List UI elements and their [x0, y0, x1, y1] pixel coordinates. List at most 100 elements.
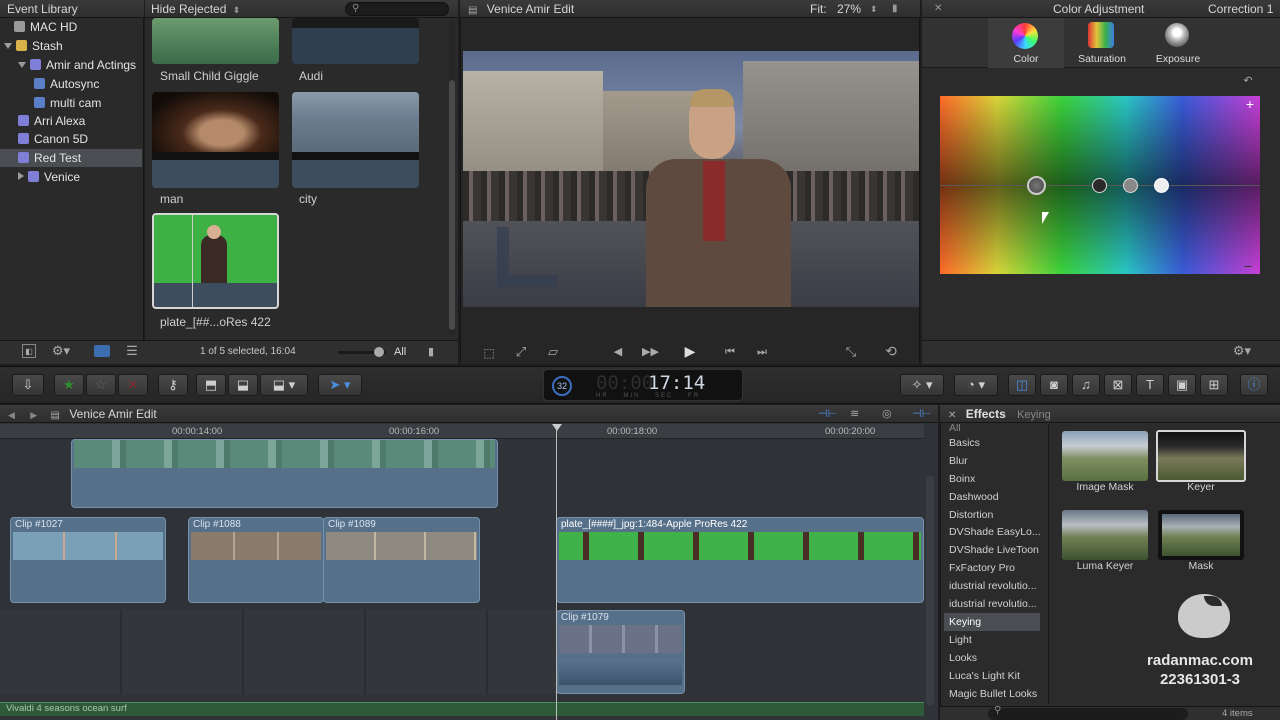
back-icon[interactable]: ◀: [8, 410, 15, 420]
playhead-handle[interactable]: [552, 424, 562, 431]
tab-saturation[interactable]: Saturation: [1064, 18, 1140, 68]
disclosure-closed-icon[interactable]: [18, 172, 24, 180]
next-frame-icon[interactable]: ▶▶: [642, 345, 659, 359]
go-to-start-icon[interactable]: ⏮: [722, 345, 738, 359]
loop-icon[interactable]: ⟲: [882, 344, 900, 358]
import-media-button[interactable]: ⇩: [12, 374, 44, 396]
reject-button[interactable]: ✕: [118, 374, 148, 396]
favorite-button[interactable]: ★: [54, 374, 84, 396]
clip-thumb-man[interactable]: [152, 92, 279, 188]
insert-clip-button[interactable]: ⬓: [228, 374, 258, 396]
clip-1079[interactable]: Clip #1079: [556, 610, 685, 694]
snapping-icon[interactable]: ⊣⊢: [912, 405, 931, 423]
connect-clip-button[interactable]: ⬒: [196, 374, 226, 396]
clip-plate[interactable]: plate_[####]_jpg:1:484-Apple ProRes 422: [556, 517, 924, 603]
effects-search-field[interactable]: ⚲: [988, 705, 1188, 720]
clip-1027[interactable]: Clip #1027: [10, 517, 166, 603]
effects-category-item[interactable]: Luca's Light Kit: [944, 667, 1040, 685]
transform-icon[interactable]: ⤢: [513, 345, 529, 359]
browser-scrollbar[interactable]: [449, 20, 455, 336]
clip-thumb-small-child-giggle[interactable]: [152, 18, 279, 64]
tab-color[interactable]: Color: [988, 18, 1064, 68]
switch-icon[interactable]: ▮: [892, 0, 898, 18]
effect-mask[interactable]: [1158, 510, 1244, 560]
forward-icon[interactable]: ▶: [30, 410, 37, 420]
library-item[interactable]: Canon 5D: [0, 130, 142, 148]
color-board[interactable]: + −: [940, 96, 1260, 274]
tab-exposure[interactable]: Exposure: [1140, 18, 1216, 68]
select-tool-button[interactable]: ➤ ▾: [318, 374, 362, 396]
inspector-button[interactable]: ⓘ: [1240, 374, 1268, 396]
gear-icon[interactable]: ⚙▾: [1228, 344, 1256, 358]
close-icon[interactable]: ✕: [948, 410, 956, 421]
effects-category-item[interactable]: Magic Bullet Looks: [944, 685, 1040, 703]
effects-category-item[interactable]: Light: [944, 631, 1040, 649]
themes-browser-button[interactable]: ⊞: [1200, 374, 1228, 396]
effects-browser-button[interactable]: ◫: [1008, 374, 1036, 396]
clip-thumb-city[interactable]: [292, 92, 419, 188]
browser-search-field[interactable]: ⚲: [345, 2, 449, 16]
effect-luma-keyer[interactable]: [1062, 510, 1148, 560]
effects-category-item[interactable]: idustrial revolutio...: [944, 595, 1040, 613]
effects-category-item[interactable]: Dashwood: [944, 488, 1040, 506]
solo-icon[interactable]: ◎: [882, 405, 892, 423]
clip-1089[interactable]: Clip #1089: [323, 517, 480, 603]
fullscreen-icon[interactable]: ⤡: [843, 345, 859, 359]
library-toggle-icon[interactable]: ◧: [22, 344, 36, 358]
switch-icon[interactable]: ▮: [426, 345, 436, 359]
effects-category-item[interactable]: Keying: [944, 612, 1040, 631]
effects-category-item[interactable]: idustrial revolutio...: [944, 577, 1040, 595]
reset-icon[interactable]: ↶: [1242, 74, 1254, 88]
connected-clip-top[interactable]: [71, 439, 498, 508]
disclosure-open-icon[interactable]: [18, 62, 26, 68]
effects-category-item[interactable]: Blur: [944, 452, 1040, 470]
append-clip-button[interactable]: ⬓ ▾: [260, 374, 308, 396]
timeline-ruler[interactable]: 00:00:14:00 00:00:16:00 00:00:18:00 00:0…: [0, 424, 924, 439]
filter-popup[interactable]: Hide Rejected: [151, 2, 226, 16]
titles-browser-button[interactable]: T: [1136, 374, 1164, 396]
transitions-browser-button[interactable]: ⊠: [1104, 374, 1132, 396]
highlights-puck[interactable]: [1154, 178, 1169, 193]
generators-browser-button[interactable]: ▣: [1168, 374, 1196, 396]
effects-category-item[interactable]: Boinx: [944, 470, 1040, 488]
clip-1088[interactable]: Clip #1088: [188, 517, 324, 603]
skimming-icon[interactable]: ⊣⊢: [818, 405, 837, 423]
effects-category-item[interactable]: Basics: [944, 434, 1040, 452]
effect-keyer[interactable]: [1156, 430, 1246, 482]
effects-category-item[interactable]: Looks: [944, 649, 1040, 667]
library-item[interactable]: Arri Alexa: [0, 112, 142, 130]
global-puck[interactable]: [1027, 176, 1046, 195]
library-item[interactable]: multi cam: [0, 94, 142, 112]
timeline-scrollbar[interactable]: [926, 476, 934, 706]
library-item[interactable]: MAC HD: [0, 18, 142, 36]
disclosure-open-icon[interactable]: [4, 43, 12, 49]
close-icon[interactable]: ✕: [934, 0, 942, 18]
shadows-puck[interactable]: [1092, 178, 1107, 193]
playhead[interactable]: [556, 424, 557, 720]
library-item[interactable]: Stash: [0, 37, 142, 55]
correction-name[interactable]: Correction 1: [1208, 0, 1273, 18]
filmstrip-view-icon[interactable]: [94, 345, 110, 357]
midtones-puck[interactable]: [1123, 178, 1138, 193]
library-item[interactable]: Autosync: [0, 75, 142, 93]
music-browser-button[interactable]: ♫: [1072, 374, 1100, 396]
fit-value[interactable]: 27%: [837, 0, 861, 18]
effect-image-mask[interactable]: [1062, 431, 1148, 481]
crop-icon[interactable]: ▱: [545, 345, 561, 359]
enhance-button[interactable]: ✧ ▾: [900, 374, 944, 396]
viewer-overlay-icon[interactable]: ⬚: [481, 346, 497, 360]
library-item[interactable]: Venice: [0, 168, 142, 186]
list-view-icon[interactable]: ☰: [124, 344, 140, 358]
effects-category-item[interactable]: DVShade EasyLo...: [944, 523, 1040, 541]
clip-thumb-plate-selected[interactable]: [152, 213, 279, 309]
dashboard-timecode[interactable]: 32 17:14 00:00 HR MIN SEC FR: [543, 369, 743, 401]
unrate-button[interactable]: ☆: [86, 374, 116, 396]
clip-zoom-slider[interactable]: [338, 347, 386, 357]
effects-category-item[interactable]: Distortion: [944, 506, 1040, 524]
effects-category-item[interactable]: All: [944, 424, 1040, 433]
retime-button[interactable]: ◔ ▾: [954, 374, 998, 396]
play-icon[interactable]: ▶: [680, 344, 700, 358]
audio-track[interactable]: Vivaldi 4 seasons ocean surf: [0, 702, 924, 716]
library-item[interactable]: Amir and Actings: [0, 56, 142, 74]
photos-browser-button[interactable]: ◙: [1040, 374, 1068, 396]
